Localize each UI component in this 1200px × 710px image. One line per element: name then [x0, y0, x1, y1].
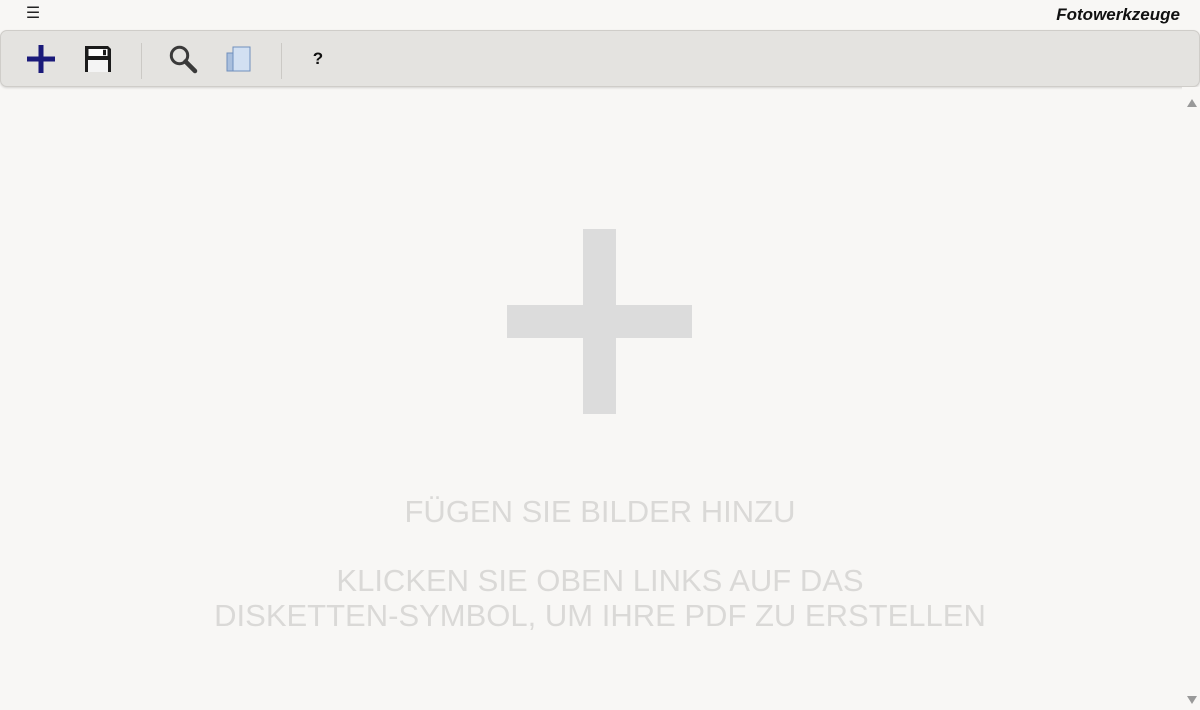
instruction-line-1: KLICKEN SIE OBEN LINKS AUF DAS	[336, 563, 864, 598]
empty-state-instruction: KLICKEN SIE OBEN LINKS AUF DAS DISKETTEN…	[0, 563, 1200, 633]
floppy-disk-icon	[85, 46, 111, 72]
toolbar-separator	[141, 43, 142, 79]
app-title: Fotowerkzeuge	[1056, 5, 1180, 24]
plus-icon-bar	[507, 305, 692, 338]
drop-area[interactable]: FÜGEN SIE BILDER HINZU KLICKEN SIE OBEN …	[0, 87, 1182, 710]
pages-icon	[226, 46, 251, 72]
pages-button[interactable]	[219, 39, 259, 79]
help-button[interactable]: ?	[298, 39, 338, 79]
toolbar-separator	[281, 43, 282, 79]
plus-icon	[27, 45, 55, 73]
empty-state-title: FÜGEN SIE BILDER HINZU	[404, 494, 796, 529]
hamburger-menu-icon[interactable]: ☰	[24, 4, 42, 24]
app-window: ☰ Fotowerkzeuge ? FÜGEN SIE BILDER HINZU…	[0, 0, 1200, 710]
scroll-down-arrow-icon[interactable]	[1187, 696, 1197, 704]
magnifier-icon	[169, 45, 198, 74]
zoom-button[interactable]	[163, 39, 203, 79]
instruction-line-2: DISKETTEN-SYMBOL, UM IHRE PDF ZU ERSTELL…	[214, 598, 986, 633]
toolbar: ?	[0, 30, 1200, 87]
title-bar: ☰ Fotowerkzeuge	[0, 0, 1200, 30]
save-pdf-button[interactable]	[78, 39, 118, 79]
add-images-placeholder[interactable]	[507, 229, 692, 414]
vertical-scrollbar[interactable]	[1182, 87, 1200, 710]
scroll-up-arrow-icon[interactable]	[1187, 99, 1197, 107]
add-images-button[interactable]	[21, 39, 61, 79]
help-label: ?	[312, 49, 324, 68]
